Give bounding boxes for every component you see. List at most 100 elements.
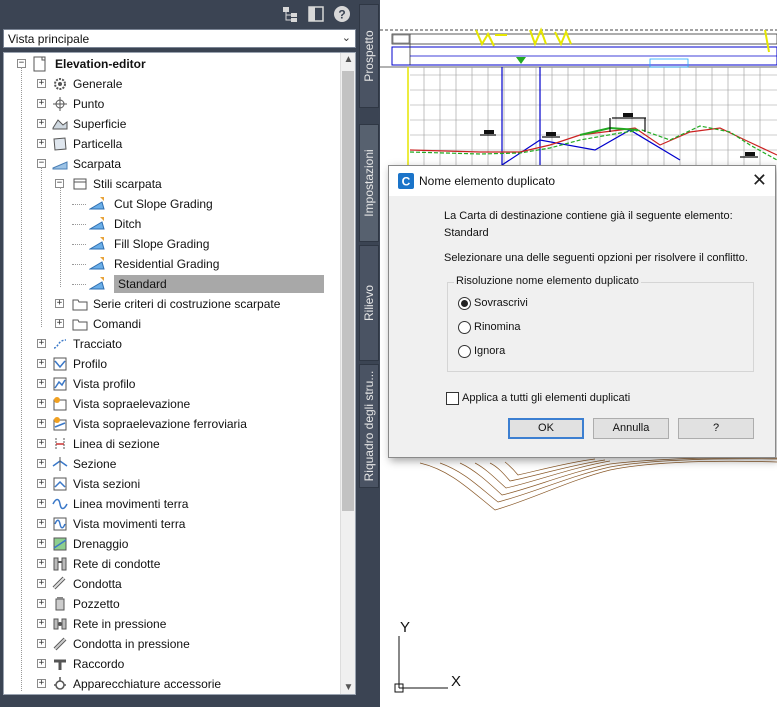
tree-item[interactable]: + Raccordo [4, 655, 341, 673]
expand-icon[interactable]: + [37, 399, 46, 408]
ok-button[interactable]: OK [508, 418, 584, 439]
tree-item-label: Rete di condotte [73, 557, 161, 571]
radio-label[interactable]: Sovrascrivi [474, 297, 528, 309]
expand-icon[interactable]: + [37, 579, 46, 588]
tree-item[interactable]: + Tracciato [4, 335, 341, 353]
expand-icon[interactable]: + [37, 479, 46, 488]
tree-item[interactable]: + Condotta [4, 575, 341, 593]
tab-label: Riquadro degli stru... [362, 370, 376, 482]
tree-item[interactable]: + Particella [4, 135, 341, 153]
tree-item[interactable]: + Drenaggio [4, 535, 341, 553]
tree-item[interactable]: + Condotta in pressione [4, 635, 341, 653]
expand-icon[interactable]: + [37, 459, 46, 468]
expand-icon[interactable]: + [37, 559, 46, 568]
tab-prospetto[interactable]: Prospetto [359, 4, 379, 108]
expand-icon[interactable]: + [37, 79, 46, 88]
catchment-icon [53, 537, 67, 551]
expand-icon[interactable]: + [37, 599, 46, 608]
apply-all-checkbox[interactable] [446, 392, 459, 405]
tree-item-label: Vista sezioni [73, 477, 141, 491]
tree-item-label: Linea di sezione [73, 437, 160, 451]
tree-item-label: Profilo [73, 357, 108, 371]
help-icon[interactable]: ? [333, 5, 351, 23]
expand-icon[interactable]: + [37, 439, 46, 448]
pressure-pipe-icon [53, 637, 67, 651]
help-button[interactable]: ? [678, 418, 754, 439]
pipe-icon [52, 576, 66, 590]
close-icon[interactable]: ✕ [752, 170, 767, 191]
scroll-down-icon[interactable]: ▼ [341, 682, 355, 693]
expand-icon[interactable]: + [37, 419, 46, 428]
tree-item[interactable]: − Stili scarpata [4, 175, 341, 193]
scrollbar-thumb[interactable] [342, 71, 354, 511]
expand-icon[interactable]: + [37, 679, 46, 688]
ucs-y-label: Y [400, 619, 410, 636]
item-view-icon[interactable] [307, 5, 325, 23]
tree-item[interactable]: + Serie criteri di costruzione scarpate [4, 295, 341, 313]
expand-icon[interactable]: + [37, 359, 46, 368]
tree-item[interactable]: Standard [4, 275, 341, 293]
tree-item[interactable]: + Vista sopraelevazione ferroviaria [4, 415, 341, 433]
tree-item[interactable]: + Linea movimenti terra [4, 495, 341, 513]
tree-item[interactable]: + Rete in pressione [4, 615, 341, 633]
tree-item[interactable]: Fill Slope Grading [4, 235, 341, 253]
radio-rinomina[interactable] [458, 321, 471, 334]
tree-item[interactable]: + Comandi [4, 315, 341, 333]
settings-tree-panel: − Elevation-editor + Generale + Punto + Superfi… [3, 52, 356, 695]
apply-all-label[interactable]: Applica a tutti gli elementi duplicati [462, 392, 630, 404]
tree-item[interactable]: + Pozzetto [4, 595, 341, 613]
tree-item-label: Punto [73, 97, 105, 111]
tree-item[interactable]: + Sezione [4, 455, 341, 473]
dialog-titlebar[interactable]: C Nome elemento duplicato ✕ [389, 166, 775, 196]
cancel-button[interactable]: Annulla [593, 418, 669, 439]
section-icon [52, 457, 68, 471]
expand-icon[interactable]: + [37, 639, 46, 648]
dialog-instruction: Selezionare una delle seguenti opzioni p… [444, 252, 748, 264]
tree-toggle-icon[interactable] [281, 5, 299, 23]
tab-impostazioni[interactable]: Impostazioni [359, 124, 379, 242]
tree-item[interactable]: + Punto [4, 95, 341, 113]
expand-icon[interactable]: + [37, 379, 46, 388]
tree-item[interactable]: − Elevation-editor [4, 55, 341, 73]
tab-rilievo[interactable]: Rilievo [359, 245, 379, 361]
tree-item[interactable]: Ditch [4, 215, 341, 233]
expand-icon[interactable]: + [55, 299, 64, 308]
tree-item[interactable]: − Scarpata [4, 155, 341, 173]
tree-scrollbar[interactable]: ▲ ▼ [340, 53, 355, 694]
tree-item[interactable]: + Superficie [4, 115, 341, 133]
expand-icon[interactable]: + [37, 539, 46, 548]
view-selector-value: Vista principale [8, 32, 90, 46]
expand-icon[interactable]: + [55, 319, 64, 328]
view-selector-dropdown[interactable]: Vista principale ⌄ [3, 29, 356, 48]
tree-item[interactable]: Cut Slope Grading [4, 195, 341, 213]
tree-item-label: Sezione [73, 457, 117, 471]
tree-item[interactable]: + Profilo [4, 355, 341, 373]
tab-riquadro-strumenti[interactable]: Riquadro degli stru... [359, 364, 379, 488]
radio-label[interactable]: Rinomina [474, 321, 520, 333]
section-view-icon [53, 477, 67, 491]
toolspace-panel: ? Vista principale ⌄ − Elevation-editor + G… [0, 0, 358, 707]
expand-icon[interactable]: + [37, 99, 46, 108]
tree-item[interactable]: + Vista profilo [4, 375, 341, 393]
expand-icon[interactable]: + [37, 139, 46, 148]
expand-icon[interactable]: + [37, 499, 46, 508]
tree-item[interactable]: + Generale [4, 75, 341, 93]
radio-ignora[interactable] [458, 345, 471, 358]
tree-item[interactable]: + Vista sezioni [4, 475, 341, 493]
radio-label[interactable]: Ignora [474, 345, 505, 357]
expand-icon[interactable]: + [37, 519, 46, 528]
radio-sovrascrivi[interactable] [458, 297, 471, 310]
expand-icon[interactable]: + [37, 659, 46, 668]
expand-icon[interactable]: + [37, 119, 46, 128]
scroll-up-icon[interactable]: ▲ [341, 54, 355, 65]
tree-item[interactable]: + Vista movimenti terra [4, 515, 341, 533]
tree-item[interactable]: + Vista sopraelevazione [4, 395, 341, 413]
expand-icon[interactable]: + [37, 619, 46, 628]
tree-item[interactable]: + Rete di condotte [4, 555, 341, 573]
expand-icon[interactable]: + [37, 339, 46, 348]
app-window: ? Vista principale ⌄ − Elevation-editor + G… [0, 0, 777, 707]
grading-style-icon [89, 237, 105, 250]
tree-item[interactable]: + Apparecchiature accessorie [4, 675, 341, 693]
tree-item[interactable]: Residential Grading [4, 255, 341, 273]
tree-item[interactable]: + Linea di sezione [4, 435, 341, 453]
